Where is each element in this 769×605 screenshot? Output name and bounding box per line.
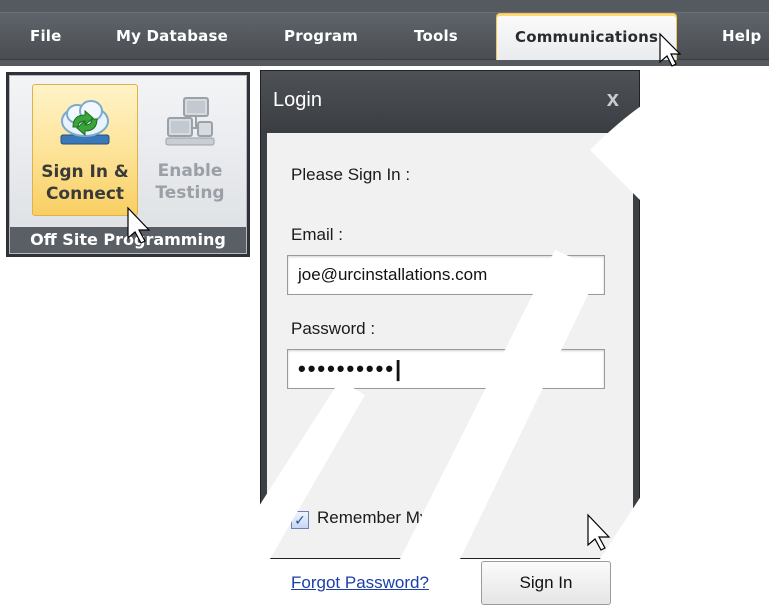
dialog-title: Login [273, 89, 322, 111]
menu-my-database[interactable]: My Database [116, 24, 228, 48]
menu-program[interactable]: Program [284, 24, 358, 48]
email-label: Email : [291, 225, 343, 244]
forgot-password-link[interactable]: Forgot Password? [291, 573, 429, 593]
enable-testing-button[interactable]: Enable Testing [138, 84, 242, 214]
sign-in-prompt: Please Sign In : [291, 165, 411, 184]
menu-tools[interactable]: Tools [414, 24, 458, 48]
close-icon[interactable]: x [607, 86, 619, 112]
enable-testing-line2: Testing [155, 183, 225, 203]
password-label: Password : [291, 319, 376, 338]
ribbon-group-label: Off Site Programming [10, 227, 246, 253]
sign-in-connect-line2: Connect [45, 184, 125, 204]
email-field[interactable]: joe@urcinstallations.com [287, 255, 605, 295]
dialog-title-bar[interactable]: Login x [261, 71, 639, 133]
menu-help[interactable]: Help [722, 24, 761, 48]
ribbon-group-body: Sign In & Connect Enable Testing Off Sit… [9, 75, 247, 254]
menu-file[interactable]: File [30, 24, 62, 48]
sign-in-connect-button[interactable]: Sign In & Connect [32, 84, 138, 216]
password-field[interactable]: ••••••••••| [287, 349, 605, 389]
remember-email-checkbox[interactable]: ✓ [291, 511, 309, 529]
enable-testing-line1: Enable [157, 161, 223, 181]
dialog-body: Please Sign In : Email : joe@urcinstalla… [267, 133, 633, 605]
menu-communications[interactable]: Communications [496, 13, 678, 60]
cloud-sync-icon [60, 100, 110, 145]
network-computers-icon [165, 97, 215, 146]
login-dialog: Login x Please Sign In : Email : joe@urc… [260, 70, 640, 605]
ribbon-group-off-site-programming: Sign In & Connect Enable Testing Off Sit… [6, 72, 250, 257]
sign-in-button[interactable]: Sign In [481, 561, 611, 605]
menu-bar: File My Database Program Tools Communica… [0, 0, 769, 66]
remember-email-label: Remember My Email [317, 508, 476, 527]
sign-in-connect-line1: Sign In & [41, 162, 129, 182]
